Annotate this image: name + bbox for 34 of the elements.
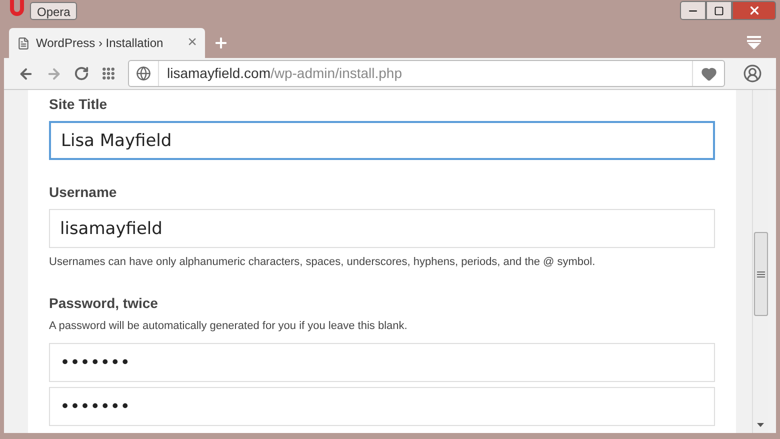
field-label: Password, twice (49, 294, 159, 312)
input-field[interactable]: ••••••• (49, 387, 715, 426)
input-field[interactable]: Lisa Mayfield (49, 121, 715, 160)
field-label: Username (49, 183, 118, 202)
field-label: Site Title (49, 95, 108, 114)
input-field[interactable]: ••••••• (49, 343, 715, 382)
reload-icon[interactable] (74, 66, 89, 81)
opera-menu-button[interactable]: Opera (30, 2, 78, 20)
tab-menu-icon[interactable] (746, 35, 762, 49)
url-path: /wp-admin/install.php (270, 64, 402, 83)
back-icon[interactable] (18, 66, 34, 82)
opera-logo-icon (10, 0, 24, 16)
new-tab-icon[interactable] (213, 35, 229, 51)
field-hint: Usernames can have only alphanumeric characters, spaces, underscores, hyphens, periods, and the @ symbol. (49, 255, 596, 270)
site-info-icon[interactable] (136, 66, 151, 81)
address-bar[interactable]: lisamayfield.com/wp-admin/install.php (128, 60, 725, 87)
tab-close-button[interactable]: × (188, 31, 197, 55)
scrollbar-thumb[interactable] (754, 232, 768, 316)
url-domain: lisamayfield.com (167, 64, 270, 83)
grip-icon (756, 270, 764, 278)
tab-title: WordPress › Installation (36, 35, 164, 52)
heart-icon[interactable] (700, 66, 716, 82)
input-field[interactable]: lisamayfield (49, 209, 715, 248)
close-button[interactable] (732, 1, 776, 20)
account-icon[interactable] (743, 64, 762, 83)
grid-icon[interactable] (101, 66, 116, 81)
maximize-button[interactable] (706, 1, 732, 20)
browser-tab[interactable]: WordPress › Installation × (9, 28, 205, 58)
field-hint: A password will be automatically generated for you if you leave this blank. (49, 318, 408, 334)
page-icon (17, 36, 30, 50)
scrollbar[interactable] (752, 90, 768, 433)
maximize-icon (714, 6, 724, 16)
close-icon (748, 4, 760, 17)
scroll-down-icon[interactable] (757, 423, 764, 427)
